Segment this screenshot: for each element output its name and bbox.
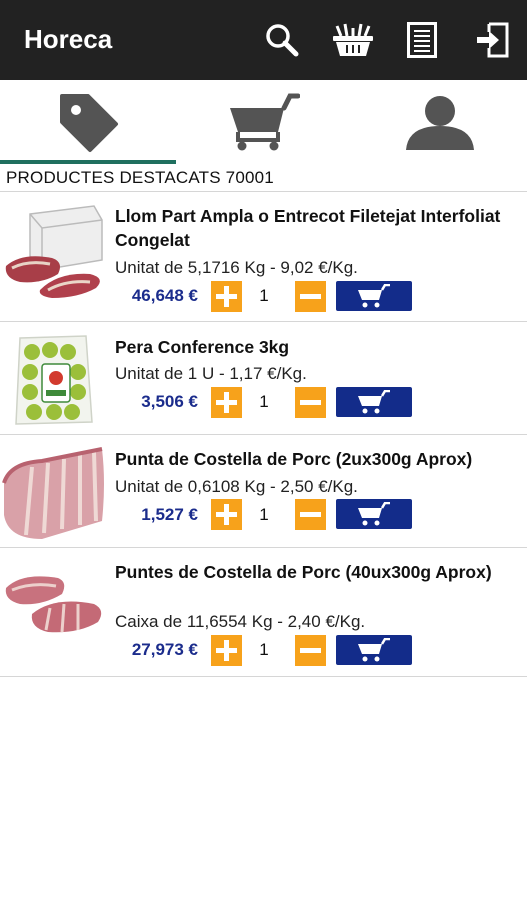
user-icon (405, 96, 474, 150)
decrease-quantity-button[interactable] (295, 499, 326, 530)
product-unit-price: Caixa de 11,6554 Kg - 2,40 €/Kg. (115, 612, 366, 631)
product-item[interactable]: Puntes de Costella de Porc (40ux300g Apr… (0, 548, 527, 676)
product-item[interactable]: Punta de Costella de Porc (2ux300g Aprox… (0, 435, 527, 546)
product-price: 1,527 € (141, 505, 198, 524)
shopping-cart-icon (229, 93, 300, 151)
product-price: 27,973 € (131, 640, 198, 659)
section-title: PRODUCTES DESTACATS 70001 (6, 168, 274, 187)
add-to-cart-button[interactable] (336, 499, 412, 529)
cart-icon (358, 502, 390, 526)
pork-ribs-image (2, 447, 104, 539)
product-price: 3,506 € (141, 392, 198, 411)
search-button[interactable] (262, 20, 302, 60)
document-list-icon (407, 22, 437, 58)
app-title: Horeca (24, 24, 113, 54)
basket-button[interactable] (331, 20, 375, 60)
product-unit-price: Unitat de 1 U - 1,17 €/Kg. (115, 364, 307, 383)
pork-ribs-pieces-image (5, 576, 102, 633)
quantity-value[interactable]: 1 (254, 505, 274, 525)
increase-quantity-button[interactable] (211, 499, 242, 530)
product-name: Pera Conference 3kg (115, 337, 290, 357)
product-item[interactable]: Llom Part Ampla o Entrecot Filetejat Int… (0, 192, 527, 320)
orders-list-button[interactable] (402, 20, 442, 60)
tab-shopping-cart[interactable] (176, 80, 351, 164)
product-unit-price: Unitat de 5,1716 Kg - 9,02 €/Kg. (115, 258, 358, 277)
quantity-value[interactable]: 1 (254, 286, 274, 306)
tab-user-profile[interactable] (352, 80, 527, 164)
app-bar: Horeca (0, 0, 527, 80)
add-to-cart-button[interactable] (336, 635, 412, 665)
cart-icon (358, 638, 390, 662)
decrease-quantity-button[interactable] (295, 635, 326, 666)
quantity-value[interactable]: 1 (254, 640, 274, 660)
boxed-meat-image (5, 205, 103, 298)
increase-quantity-button[interactable] (211, 281, 242, 312)
add-to-cart-button[interactable] (336, 281, 412, 311)
pear-bag-image (15, 335, 93, 425)
basket-icon (333, 23, 373, 56)
increase-quantity-button[interactable] (211, 635, 242, 666)
tab-featured-products[interactable] (0, 80, 175, 164)
decrease-quantity-button[interactable] (295, 281, 326, 312)
increase-quantity-button[interactable] (211, 387, 242, 418)
cart-icon (358, 390, 390, 414)
product-name: Punta de Costella de Porc (2ux300g Aprox… (115, 449, 473, 469)
product-name: Puntes de Costella de Porc (40ux300g Apr… (115, 562, 492, 582)
product-price: 46,648 € (131, 286, 198, 305)
add-to-cart-button[interactable] (336, 387, 412, 417)
logout-button[interactable] (472, 20, 512, 60)
logout-icon (477, 22, 509, 58)
active-tab-indicator (0, 160, 176, 164)
search-icon (266, 24, 299, 57)
quantity-value[interactable]: 1 (254, 392, 274, 412)
tag-icon (59, 94, 118, 152)
product-item[interactable]: Pera Conference 3kg Unitat de 1 U - 1,17… (0, 322, 527, 433)
tab-bar (0, 80, 527, 164)
divider (0, 676, 527, 677)
cart-icon (358, 284, 390, 308)
product-unit-price: Unitat de 0,6108 Kg - 2,50 €/Kg. (115, 477, 358, 496)
decrease-quantity-button[interactable] (295, 387, 326, 418)
product-name: Llom Part Ampla o Entrecot Filetejat Int… (115, 206, 501, 250)
